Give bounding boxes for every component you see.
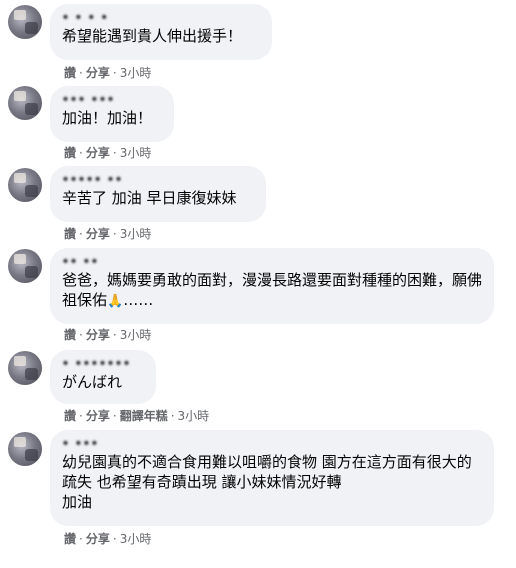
comment-timestamp[interactable]: 3小時 [178,409,210,423]
comment-bubble: • ••• 幼兒園真的不適合食用難以咀嚼的食物 園方在這方面有很大的疏失 也希望… [50,430,494,526]
comment-timestamp[interactable]: 3小時 [120,66,152,80]
share-button[interactable]: 分享 [86,146,110,160]
like-button[interactable]: 讚 [64,146,76,160]
ellipsis: …… [123,291,154,309]
avatar[interactable] [8,249,42,283]
comment-bubble: •• •• 爸爸，媽媽要勇敢的面對，漫漫長路還要面對種種的困難，願佛祖保佑🙏…… [50,248,494,324]
comment-text: 加油！加油！ [62,109,153,127]
comment-author[interactable]: •• •• [62,256,482,268]
like-button[interactable]: 讚 [64,328,76,342]
comment-actions: 讚 · 分享 · 3小時 [64,532,152,546]
comment-text: がんばれ [62,373,123,391]
avatar[interactable] [8,5,42,39]
comment-text: 爸爸，媽媽要勇敢的面對，漫漫長路還要面對種種的困難，願佛祖保佑🙏…… [62,270,482,312]
praying-hands-emoji: 🙏 [107,294,124,309]
comment-bubble: • ••••••• がんばれ [50,350,156,404]
comment-bubble: ••• ••• 加油！加油！ [50,86,174,142]
comment-bubble: • • • • 希望能遇到貴人伸出援手！ [50,4,272,60]
comment-actions: 讚 · 分享 · 3小時 [64,146,152,160]
comment-author[interactable]: • ••• [62,438,482,450]
share-button[interactable]: 分享 [86,227,110,241]
like-button[interactable]: 讚 [64,227,76,241]
comment-timestamp[interactable]: 3小時 [120,328,152,342]
comment-actions: 讚 · 分享 · 3小時 [64,227,152,241]
share-button[interactable]: 分享 [86,328,110,342]
comment-actions: 讚 · 分享 · 翻譯年糕 · 3小時 [64,409,210,423]
avatar[interactable] [8,351,42,385]
share-button[interactable]: 分享 [86,532,110,546]
share-button[interactable]: 分享 [86,66,110,80]
comment-timestamp[interactable]: 3小時 [120,227,152,241]
share-button[interactable]: 分享 [86,409,110,423]
comment-actions: 讚 · 分享 · 3小時 [64,328,152,342]
comment-bubble: ••••• •• 辛苦了 加油 早日康復妹妹 [50,166,266,222]
like-button[interactable]: 讚 [64,409,76,423]
avatar[interactable] [8,86,42,120]
avatar[interactable] [8,432,42,466]
comment-text: 辛苦了 加油 早日康復妹妹 [62,189,237,207]
like-button[interactable]: 讚 [64,66,76,80]
comment-author[interactable]: ••• ••• [62,94,162,106]
like-button[interactable]: 讚 [64,532,76,546]
avatar[interactable] [8,168,42,202]
comment-text: 幼兒園真的不適合食用難以咀嚼的食物 園方在這方面有很大的疏失 也希望有奇蹟出現 … [62,453,472,511]
comment-text: 希望能遇到貴人伸出援手！ [62,27,243,45]
comment-author[interactable]: • • • • [62,12,260,24]
translate-button[interactable]: 翻譯年糕 [120,409,168,423]
comment-author[interactable]: ••••• •• [62,174,254,186]
comment-timestamp[interactable]: 3小時 [120,146,152,160]
comment-actions: 讚 · 分享 · 3小時 [64,66,152,80]
comment-author[interactable]: • ••••••• [62,358,144,370]
comment-timestamp[interactable]: 3小時 [120,532,152,546]
